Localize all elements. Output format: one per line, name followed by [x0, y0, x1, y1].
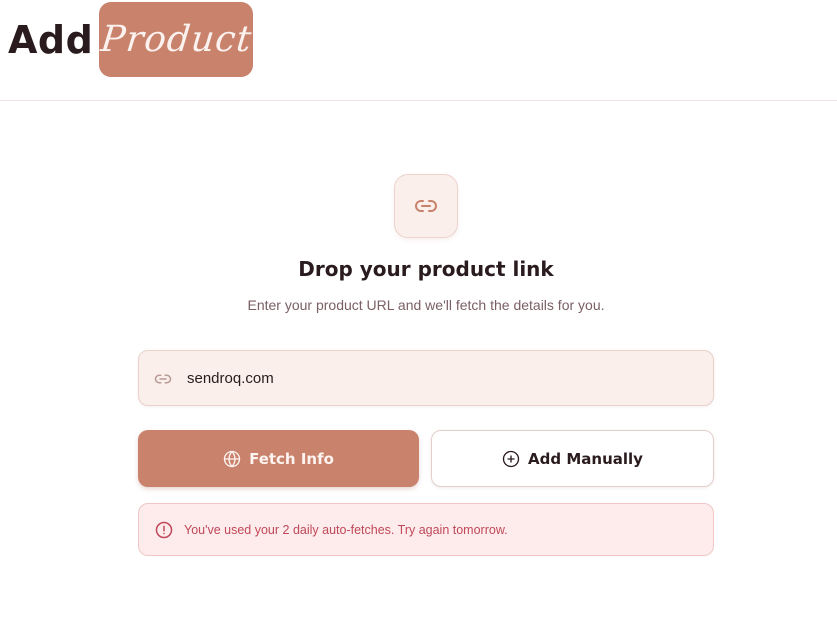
link-icon: [415, 200, 437, 212]
page-title: Add: [8, 18, 94, 62]
product-url-input[interactable]: [187, 351, 697, 405]
drop-link-subheading: Enter your product URL and we'll fetch t…: [247, 297, 605, 313]
link-icon-badge: [394, 174, 458, 238]
add-product-page: Add Product Drop your product link Enter…: [0, 0, 837, 621]
globe-icon: [223, 450, 241, 467]
plus-circle-icon: [502, 450, 520, 467]
fetch-info-button[interactable]: Fetch Info: [138, 430, 419, 487]
add-manually-button[interactable]: Add Manually: [431, 430, 714, 487]
link-icon: [154, 374, 172, 384]
page-title-highlight-text: Product: [98, 19, 254, 60]
page-title-highlight: Product: [98, 2, 254, 77]
fetch-info-label: Fetch Info: [249, 449, 334, 468]
page-header: Add Product: [0, 0, 837, 101]
product-url-field[interactable]: [138, 350, 714, 406]
alert-circle-icon: [155, 521, 173, 538]
add-manually-label: Add Manually: [528, 449, 643, 468]
drop-link-heading: Drop your product link: [298, 257, 554, 281]
fetch-limit-alert: You've used your 2 daily auto-fetches. T…: [138, 503, 714, 556]
alert-message: You've used your 2 daily auto-fetches. T…: [184, 522, 508, 537]
